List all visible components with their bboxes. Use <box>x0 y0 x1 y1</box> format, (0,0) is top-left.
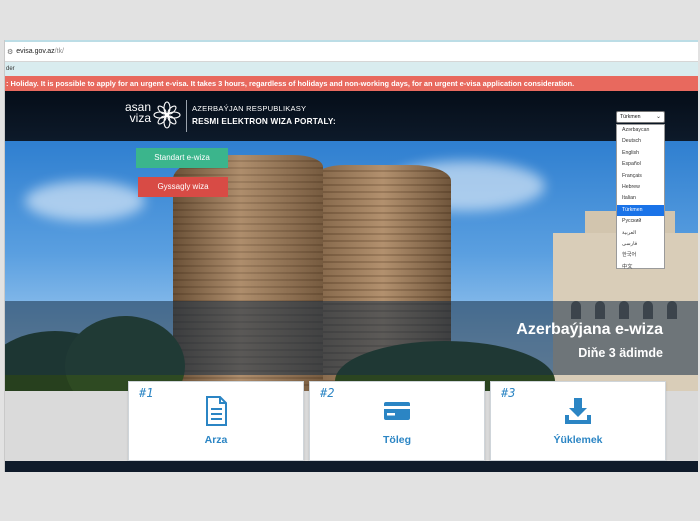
language-option[interactable]: English <box>617 148 664 159</box>
url-path: /tk/ <box>54 48 65 55</box>
site-header: asan viza AZERBAÝJAN RESPUBLIKASY RESMI … <box>5 91 698 141</box>
language-selected-value: Türkmen <box>620 114 641 120</box>
header-portal-title: RESMI ELEKTRON WIZA PORTALY: <box>192 117 336 126</box>
header-divider <box>186 100 187 132</box>
address-bar[interactable]: ⚙ evisa.gov.az /tk/ <box>5 40 698 62</box>
language-option[interactable]: Русский <box>617 216 664 227</box>
step-number: #3 <box>501 386 516 400</box>
bookmark-item[interactable]: der <box>6 66 15 72</box>
language-select[interactable]: Türkmen ⌄ <box>616 111 665 123</box>
language-option[interactable]: Deutsch <box>617 136 664 147</box>
language-option[interactable]: 한국어 <box>617 250 664 261</box>
cloud <box>25 181 145 221</box>
language-option-selected[interactable]: Türkmen <box>617 204 664 217</box>
step-label: Ýüklemek <box>553 434 603 446</box>
chevron-down-icon: ⌄ <box>655 114 661 120</box>
asan-viza-logo[interactable]: asan viza <box>125 101 183 131</box>
language-option[interactable]: 中文 <box>617 262 664 273</box>
browser-frame: ⚙ evisa.gov.az /tk/ der : Holiday. It is… <box>0 0 700 521</box>
standard-visa-button[interactable]: Standart e-wiza <box>136 148 228 168</box>
bookmarks-bar: der <box>5 62 698 76</box>
url-domain: evisa.gov.az <box>16 48 55 55</box>
hero-image: Azerbaýjana e-wiza Diňe 3 ädimde <box>5 141 698 391</box>
notice-banner: : Holiday. It is possible to apply for a… <box>5 76 698 91</box>
language-option[interactable]: Español <box>617 159 664 170</box>
logo-line2: viza <box>129 111 151 125</box>
step-card-payment[interactable]: #2 Töleg <box>309 381 485 461</box>
language-option[interactable]: Hebrew <box>617 182 664 193</box>
step-card-download[interactable]: #3 Ýüklemek <box>490 381 666 461</box>
step-card-apply[interactable]: #1 Arza <box>128 381 304 461</box>
language-dropdown-list[interactable]: Azərbaycan Deutsch English Español Franç… <box>616 124 665 270</box>
step-label: Arza <box>204 434 228 446</box>
hero-title: Azerbaýjana e-wiza <box>516 321 663 338</box>
site-info-icon[interactable]: ⚙ <box>7 48 13 56</box>
language-option[interactable]: العربية <box>617 228 664 239</box>
document-icon <box>206 396 227 426</box>
star-emblem-icon <box>153 101 181 129</box>
language-option[interactable]: Azərbaycan <box>617 125 664 136</box>
credit-card-icon <box>384 402 410 420</box>
step-label: Töleg <box>383 434 411 446</box>
header-country: AZERBAÝJAN RESPUBLIKASY <box>192 104 307 113</box>
logo-text: asan viza <box>125 101 151 125</box>
footer-bar <box>5 461 698 472</box>
screen: ⚙ evisa.gov.az /tk/ der : Holiday. It is… <box>4 40 698 472</box>
step-number: #1 <box>139 386 154 400</box>
language-option[interactable]: Italian <box>617 193 664 204</box>
download-icon <box>565 398 591 424</box>
urgent-visa-button[interactable]: Gyssagly wiza <box>138 177 228 197</box>
language-option[interactable]: فارسی <box>617 239 664 250</box>
language-option[interactable]: Français <box>617 171 664 182</box>
step-number: #2 <box>320 386 335 400</box>
hero-subtitle: Diňe 3 ädimde <box>578 346 663 360</box>
